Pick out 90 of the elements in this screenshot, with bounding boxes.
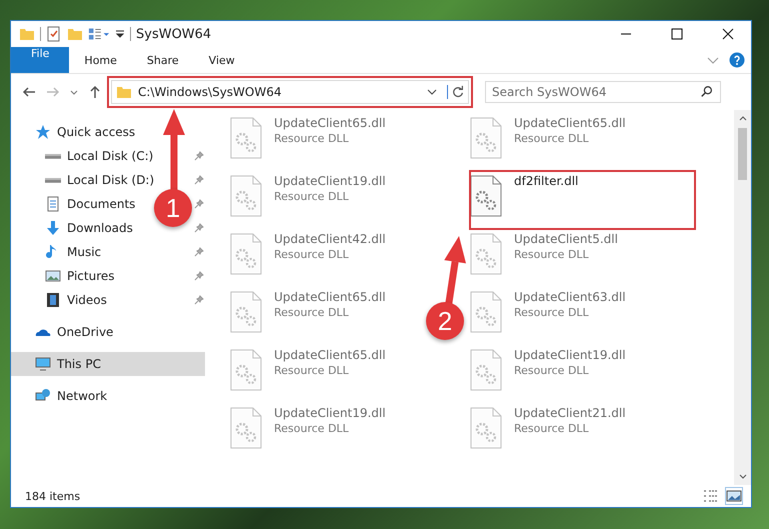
scroll-thumb[interactable] bbox=[738, 128, 747, 180]
file-item[interactable]: UpdateClient65.dll Resource DLL bbox=[230, 287, 386, 345]
picture-icon bbox=[45, 268, 61, 284]
nav-item[interactable]: Local Disk (C:) bbox=[41, 144, 158, 168]
item-count: 184 items bbox=[25, 490, 80, 502]
drive-icon bbox=[45, 154, 61, 158]
large-icons-view-icon[interactable] bbox=[725, 487, 743, 505]
file-item[interactable]: UpdateClient21.dll Resource DLL bbox=[470, 403, 626, 461]
file-item[interactable]: UpdateClient19.dll Resource DLL bbox=[470, 345, 626, 403]
file-item[interactable]: UpdateClient63.dll Resource DLL bbox=[470, 287, 626, 345]
gear-file-icon bbox=[230, 348, 262, 392]
file-type: Resource DLL bbox=[274, 306, 350, 319]
gear-file-icon bbox=[230, 406, 262, 450]
gear-file-icon bbox=[470, 116, 502, 160]
down-arrow-icon bbox=[45, 220, 61, 236]
file-name: UpdateClient21.dll bbox=[514, 406, 626, 420]
nav-item[interactable]: Downloads bbox=[41, 216, 137, 240]
file-name: UpdateClient65.dll bbox=[274, 348, 386, 362]
pin-icon[interactable] bbox=[194, 199, 204, 209]
file-item[interactable]: UpdateClient19.dll Resource DLL bbox=[230, 403, 386, 461]
customize-caret-icon[interactable] bbox=[115, 29, 125, 39]
file-item[interactable]: UpdateClient19.dll Resource DLL bbox=[230, 171, 386, 229]
file-type: Resource DLL bbox=[514, 422, 590, 435]
file-item[interactable]: df2filter.dll bbox=[470, 171, 695, 229]
file-type: Resource DLL bbox=[274, 132, 350, 145]
pin-icon[interactable] bbox=[194, 175, 204, 185]
pin-icon[interactable] bbox=[194, 151, 204, 161]
file-name: UpdateClient19.dll bbox=[274, 174, 386, 188]
file-name: UpdateClient65.dll bbox=[274, 116, 386, 130]
file-name: UpdateClient63.dll bbox=[514, 290, 626, 304]
pin-icon[interactable] bbox=[194, 223, 204, 233]
gear-file-icon bbox=[470, 174, 502, 218]
file-item[interactable]: UpdateClient42.dll Resource DLL bbox=[230, 229, 386, 287]
file-name: UpdateClient5.dll bbox=[514, 232, 618, 246]
file-type: Resource DLL bbox=[514, 306, 590, 319]
file-type: Resource DLL bbox=[514, 364, 590, 377]
gear-file-icon bbox=[230, 232, 262, 276]
properties-icon[interactable] bbox=[46, 26, 62, 42]
drive-icon bbox=[45, 178, 61, 182]
view-options-icon[interactable] bbox=[88, 26, 110, 42]
gear-file-icon bbox=[470, 406, 502, 450]
gear-file-icon bbox=[470, 232, 502, 276]
file-type: Resource DLL bbox=[274, 190, 350, 203]
nav-item[interactable]: This PC bbox=[11, 352, 205, 376]
gear-file-icon bbox=[230, 116, 262, 160]
nav-item[interactable]: Pictures bbox=[41, 264, 119, 288]
search-icon bbox=[700, 85, 714, 99]
details-view-icon[interactable] bbox=[703, 488, 719, 504]
file-item[interactable]: UpdateClient65.dll Resource DLL bbox=[470, 113, 626, 171]
file-name: UpdateClient19.dll bbox=[514, 348, 626, 362]
gear-file-icon bbox=[230, 174, 262, 218]
file-item[interactable]: UpdateClient65.dll Resource DLL bbox=[230, 345, 386, 403]
pin-icon[interactable] bbox=[194, 271, 204, 281]
monitor-icon bbox=[35, 356, 51, 372]
nav-item[interactable]: Music bbox=[41, 240, 106, 264]
nav-item[interactable]: OneDrive bbox=[11, 320, 205, 344]
file-type: Resource DLL bbox=[274, 248, 350, 261]
gear-file-icon bbox=[470, 348, 502, 392]
folder-icon bbox=[116, 84, 132, 100]
file-item[interactable]: UpdateClient5.dll Resource DLL bbox=[470, 229, 618, 287]
gear-file-icon bbox=[230, 290, 262, 334]
file-type: Resource DLL bbox=[514, 132, 590, 145]
file-name: UpdateClient19.dll bbox=[274, 406, 386, 420]
nav-item[interactable]: Network bbox=[11, 384, 205, 408]
file-item[interactable]: UpdateClient65.dll Resource DLL bbox=[230, 113, 386, 171]
help-icon[interactable] bbox=[729, 52, 745, 68]
pin-icon[interactable] bbox=[194, 247, 204, 257]
dropdown-caret-icon[interactable] bbox=[427, 87, 437, 97]
nav-item[interactable]: Videos bbox=[41, 288, 111, 312]
nav-item[interactable]: Local Disk (D:) bbox=[41, 168, 158, 192]
file-name: df2filter.dll bbox=[514, 174, 578, 188]
file-name: UpdateClient65.dll bbox=[274, 290, 386, 304]
nav-item[interactable]: Quick access bbox=[11, 120, 205, 144]
file-type: Resource DLL bbox=[274, 364, 350, 377]
file-name: UpdateClient65.dll bbox=[514, 116, 626, 130]
file-name: UpdateClient42.dll bbox=[274, 232, 386, 246]
nav-item[interactable]: Documents bbox=[41, 192, 140, 216]
window-title: SysWOW64 bbox=[136, 26, 212, 42]
document-icon bbox=[45, 196, 61, 212]
ribbon-tab[interactable]: File bbox=[11, 47, 70, 73]
star-icon bbox=[35, 124, 51, 140]
search-field[interactable]: Search SysWOW64 bbox=[485, 81, 721, 103]
address-path: C:\Windows\SysWOW64 bbox=[138, 85, 282, 99]
film-icon bbox=[45, 292, 61, 308]
pin-icon[interactable] bbox=[194, 295, 204, 305]
file-type: Resource DLL bbox=[274, 422, 350, 435]
gear-file-icon bbox=[470, 290, 502, 334]
folder-icon bbox=[19, 26, 35, 42]
file-type: Resource DLL bbox=[514, 248, 590, 261]
scrollbar[interactable] bbox=[734, 110, 751, 485]
